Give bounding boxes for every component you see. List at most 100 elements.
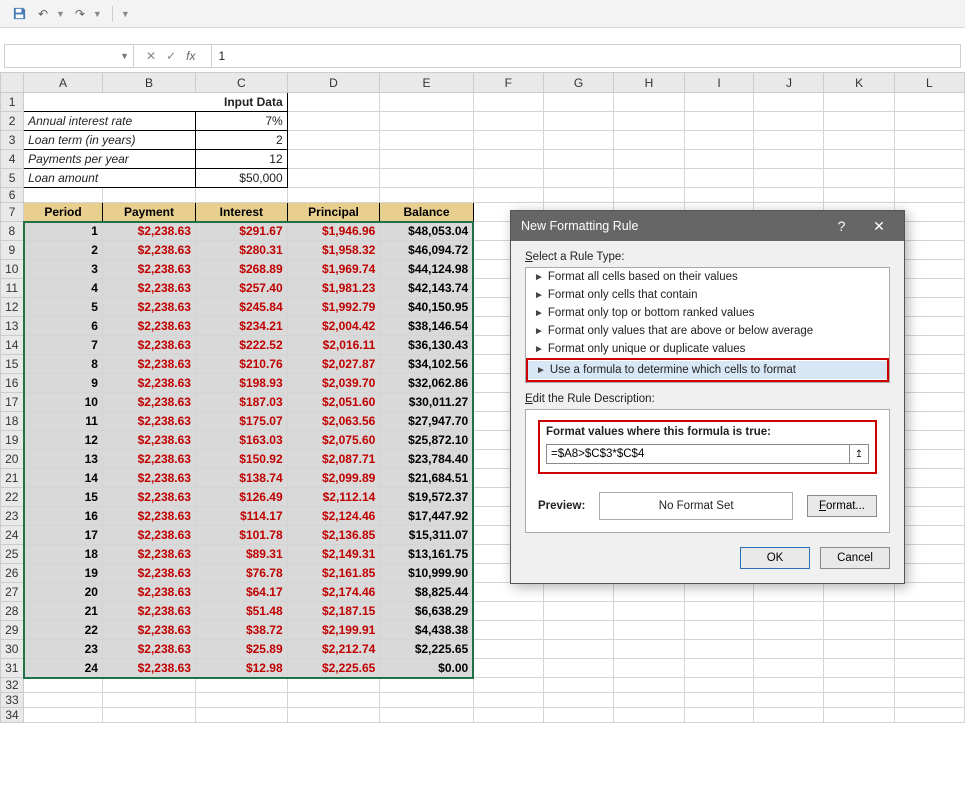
empty-cell[interactable] bbox=[24, 708, 103, 723]
row-header-7[interactable]: 7 bbox=[1, 203, 24, 222]
cell-period[interactable]: 1 bbox=[24, 222, 103, 241]
cell-balance[interactable]: $38,146.54 bbox=[380, 317, 473, 336]
cell-balance[interactable]: $46,094.72 bbox=[380, 241, 473, 260]
input-value[interactable]: 12 bbox=[195, 150, 287, 169]
cell-interest[interactable]: $291.67 bbox=[195, 222, 287, 241]
col-header-L[interactable]: L bbox=[894, 73, 964, 93]
cell-interest[interactable]: $280.31 bbox=[195, 241, 287, 260]
row-header-30[interactable]: 30 bbox=[1, 640, 24, 659]
cell-interest[interactable]: $101.78 bbox=[195, 526, 287, 545]
cell-period[interactable]: 24 bbox=[24, 659, 103, 678]
row-header-24[interactable]: 24 bbox=[1, 526, 24, 545]
cell-interest[interactable]: $187.03 bbox=[195, 393, 287, 412]
cell-period[interactable]: 6 bbox=[24, 317, 103, 336]
save-icon[interactable] bbox=[10, 5, 28, 23]
empty-cell[interactable] bbox=[473, 169, 543, 188]
row-header-28[interactable]: 28 bbox=[1, 602, 24, 621]
cell-interest[interactable]: $38.72 bbox=[195, 621, 287, 640]
empty-cell[interactable] bbox=[684, 678, 754, 693]
dialog-titlebar[interactable]: New Formatting Rule ? ✕ bbox=[511, 211, 904, 241]
cell-principal[interactable]: $2,004.42 bbox=[287, 317, 380, 336]
name-box[interactable]: ▼ bbox=[4, 44, 134, 68]
empty-cell[interactable] bbox=[543, 602, 613, 621]
col-header-H[interactable]: H bbox=[614, 73, 684, 93]
empty-cell[interactable] bbox=[24, 678, 103, 693]
cell-interest[interactable]: $222.52 bbox=[195, 336, 287, 355]
empty-cell[interactable] bbox=[894, 188, 964, 203]
cell-period[interactable]: 17 bbox=[24, 526, 103, 545]
formula-input[interactable]: 1 bbox=[211, 44, 961, 68]
format-button[interactable]: Format... bbox=[807, 495, 877, 517]
empty-cell[interactable] bbox=[754, 583, 824, 602]
row-header-5[interactable]: 5 bbox=[1, 169, 24, 188]
cell-payment[interactable]: $2,238.63 bbox=[102, 564, 195, 583]
col-header-E[interactable]: E bbox=[380, 73, 473, 93]
cell-principal[interactable]: $1,981.23 bbox=[287, 279, 380, 298]
empty-cell[interactable] bbox=[380, 150, 473, 169]
cell-principal[interactable]: $1,969.74 bbox=[287, 260, 380, 279]
empty-cell[interactable] bbox=[287, 131, 380, 150]
empty-cell[interactable] bbox=[684, 708, 754, 723]
rule-type-item[interactable]: ►Format only cells that contain bbox=[526, 286, 889, 304]
empty-cell[interactable] bbox=[380, 112, 473, 131]
cell-principal[interactable]: $2,016.11 bbox=[287, 336, 380, 355]
redo-dropdown-icon[interactable]: ▼ bbox=[93, 9, 102, 19]
empty-cell[interactable] bbox=[380, 131, 473, 150]
cell-payment[interactable]: $2,238.63 bbox=[102, 659, 195, 678]
empty-cell[interactable] bbox=[195, 693, 287, 708]
row-header-25[interactable]: 25 bbox=[1, 545, 24, 564]
empty-cell[interactable] bbox=[543, 150, 613, 169]
row-header-11[interactable]: 11 bbox=[1, 279, 24, 298]
col-header-G[interactable]: G bbox=[543, 73, 613, 93]
cell-principal[interactable]: $2,149.31 bbox=[287, 545, 380, 564]
cell-period[interactable]: 21 bbox=[24, 602, 103, 621]
empty-cell[interactable] bbox=[287, 112, 380, 131]
empty-cell[interactable] bbox=[102, 693, 195, 708]
input-data-title[interactable]: Input Data bbox=[24, 93, 288, 112]
cell-payment[interactable]: $2,238.63 bbox=[102, 488, 195, 507]
rule-type-item[interactable]: ►Format only top or bottom ranked values bbox=[526, 304, 889, 322]
cell-principal[interactable]: $2,099.89 bbox=[287, 469, 380, 488]
empty-cell[interactable] bbox=[824, 602, 894, 621]
empty-cell[interactable] bbox=[684, 112, 754, 131]
cell-payment[interactable]: $2,238.63 bbox=[102, 545, 195, 564]
empty-cell[interactable] bbox=[614, 621, 684, 640]
empty-cell[interactable] bbox=[754, 678, 824, 693]
cell-interest[interactable]: $51.48 bbox=[195, 602, 287, 621]
row-header-10[interactable]: 10 bbox=[1, 260, 24, 279]
cell-interest[interactable]: $25.89 bbox=[195, 640, 287, 659]
row-header-2[interactable]: 2 bbox=[1, 112, 24, 131]
cell-period[interactable]: 11 bbox=[24, 412, 103, 431]
enter-formula-icon[interactable]: ✓ bbox=[166, 49, 176, 63]
empty-cell[interactable] bbox=[287, 678, 380, 693]
cell-interest[interactable]: $12.98 bbox=[195, 659, 287, 678]
cell-period[interactable]: 4 bbox=[24, 279, 103, 298]
empty-cell[interactable] bbox=[473, 602, 543, 621]
cell-balance[interactable]: $8,825.44 bbox=[380, 583, 473, 602]
row-header-33[interactable]: 33 bbox=[1, 693, 24, 708]
cell-principal[interactable]: $2,027.87 bbox=[287, 355, 380, 374]
cell-period[interactable]: 22 bbox=[24, 621, 103, 640]
empty-cell[interactable] bbox=[614, 93, 684, 112]
cell-interest[interactable]: $245.84 bbox=[195, 298, 287, 317]
empty-cell[interactable] bbox=[754, 112, 824, 131]
empty-cell[interactable] bbox=[614, 640, 684, 659]
cell-period[interactable]: 16 bbox=[24, 507, 103, 526]
empty-cell[interactable] bbox=[195, 188, 287, 203]
empty-cell[interactable] bbox=[195, 678, 287, 693]
row-header-16[interactable]: 16 bbox=[1, 374, 24, 393]
empty-cell[interactable] bbox=[684, 188, 754, 203]
empty-cell[interactable] bbox=[473, 621, 543, 640]
empty-cell[interactable] bbox=[824, 693, 894, 708]
empty-cell[interactable] bbox=[824, 93, 894, 112]
empty-cell[interactable] bbox=[473, 131, 543, 150]
cell-interest[interactable]: $210.76 bbox=[195, 355, 287, 374]
empty-cell[interactable] bbox=[754, 693, 824, 708]
empty-cell[interactable] bbox=[102, 708, 195, 723]
name-box-dropdown-icon[interactable]: ▼ bbox=[120, 51, 129, 61]
empty-cell[interactable] bbox=[894, 640, 964, 659]
empty-cell[interactable] bbox=[380, 169, 473, 188]
empty-cell[interactable] bbox=[754, 188, 824, 203]
undo-dropdown-icon[interactable]: ▼ bbox=[56, 9, 65, 19]
cell-payment[interactable]: $2,238.63 bbox=[102, 393, 195, 412]
